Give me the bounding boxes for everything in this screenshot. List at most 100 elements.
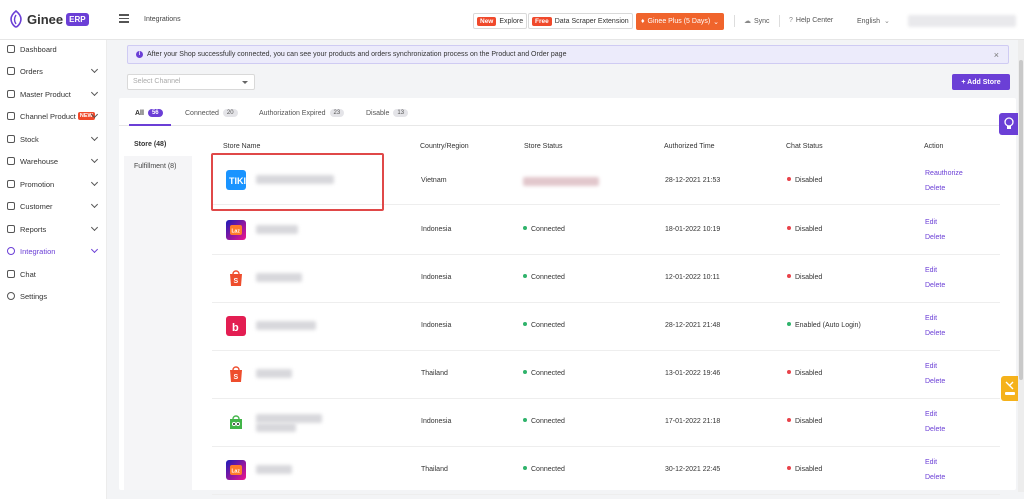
ginee-plus-button[interactable]: ♦ Ginee Plus (5 Days) ⌄ xyxy=(636,13,724,30)
sidebar-item-integration[interactable]: Integration xyxy=(0,243,107,259)
tips-widget[interactable] xyxy=(999,113,1019,135)
tab-count: 20 xyxy=(222,109,238,117)
sidebar-item-customer[interactable]: Customer xyxy=(0,198,107,214)
sidebar-item-orders[interactable]: Orders xyxy=(0,63,107,79)
table-row: b Indonesia Connected 28-12-2021 21:48 E… xyxy=(212,303,1000,351)
edit-link[interactable]: Edit xyxy=(925,411,937,418)
explore-label: Explore xyxy=(499,17,524,25)
tab-all[interactable]: All 56 xyxy=(135,109,163,117)
store-status-cell: Connected xyxy=(523,322,565,329)
sidebar-item-label: Chat xyxy=(20,269,36,279)
edit-link[interactable]: Edit xyxy=(925,363,937,370)
explore-button[interactable]: New Explore xyxy=(473,13,528,29)
subnav-item-store[interactable]: Store (48) xyxy=(124,134,192,156)
users-icon xyxy=(7,202,15,210)
store-name-blurred xyxy=(256,369,292,378)
edit-link[interactable]: Edit xyxy=(925,459,937,466)
page-title: Integrations xyxy=(144,16,181,23)
reauthorize-link[interactable]: Reauthorize xyxy=(925,170,963,177)
status-dot xyxy=(523,274,527,279)
chat-helper-widget[interactable] xyxy=(1001,376,1019,401)
cart-icon xyxy=(7,67,15,75)
chat-status-label: Disabled xyxy=(795,418,823,425)
lazada-logo-mark: Laz xyxy=(230,225,242,235)
status-dot xyxy=(523,418,527,423)
report-icon xyxy=(7,225,15,233)
delete-link[interactable]: Delete xyxy=(925,282,945,289)
tab-authorization-expired[interactable]: Authorization Expired 23 xyxy=(259,109,345,117)
sidebar-item-chat[interactable]: Chat xyxy=(0,266,107,282)
tab-connected[interactable]: Connected 20 xyxy=(185,109,238,117)
menu-toggle-icon[interactable] xyxy=(119,14,129,25)
sidebar-item-channel-product[interactable]: Channel Product NEW xyxy=(0,108,107,124)
highlight-box xyxy=(211,153,384,211)
delete-link[interactable]: Delete xyxy=(925,185,945,192)
sidebar-item-label: Integration xyxy=(20,246,56,256)
ginee-logo[interactable]: Ginee ERP xyxy=(8,10,89,28)
chat-status-label: Disabled xyxy=(795,274,823,281)
language-select[interactable]: English ⌄ xyxy=(857,17,890,26)
tab-disable[interactable]: Disable 13 xyxy=(366,109,409,117)
status-dot xyxy=(787,177,791,182)
authorized-time-cell: 30-12-2021 22:45 xyxy=(665,466,721,473)
sidebar-item-settings[interactable]: Settings xyxy=(0,288,107,304)
edit-link[interactable]: Edit xyxy=(925,315,937,322)
edit-link[interactable]: Edit xyxy=(925,267,937,274)
table-row: Indonesia Connected 17-01-2022 21:18 Dis… xyxy=(212,399,1000,447)
shopee-logo-icon: S xyxy=(226,364,246,384)
scrollbar-thumb[interactable] xyxy=(1019,60,1023,380)
table-row: S Indonesia Connected 12-01-2022 10:11 D… xyxy=(212,255,1000,303)
delete-link[interactable]: Delete xyxy=(925,330,945,337)
sidebar-item-dashboard[interactable]: Dashboard xyxy=(0,41,107,57)
subnav-item-fulfillment[interactable]: Fulfillment (8) xyxy=(124,156,192,178)
help-center-label: Help Center xyxy=(795,17,834,24)
sidebar-item-reports[interactable]: Reports xyxy=(0,221,107,237)
bukalapak-logo-icon: b xyxy=(226,316,246,336)
caret-down-icon xyxy=(242,81,248,84)
edit-link[interactable]: Edit xyxy=(925,219,937,226)
sidebar: Dashboard Orders Master Product Channel … xyxy=(0,40,107,499)
delete-link[interactable]: Delete xyxy=(925,426,945,433)
sidebar-item-master-product[interactable]: Master Product xyxy=(0,86,107,102)
chat-status-cell: Disabled xyxy=(787,418,822,425)
tab-label: Authorization Expired xyxy=(259,109,326,117)
divider xyxy=(779,15,780,27)
chat-status-label: Disabled xyxy=(795,226,823,233)
sidebar-item-warehouse[interactable]: Warehouse xyxy=(0,153,107,169)
store-name-blurred xyxy=(256,423,296,432)
status-tabs: All 56 Connected 20 Authorization Expire… xyxy=(119,98,1016,126)
lazada-logo-icon: Laz xyxy=(226,460,246,480)
status-dot xyxy=(523,226,527,231)
authorized-time-cell: 28-12-2021 21:53 xyxy=(665,177,721,184)
tokopedia-logo-icon xyxy=(226,412,246,432)
delete-link[interactable]: Delete xyxy=(925,378,945,385)
user-account-menu[interactable] xyxy=(908,15,1016,27)
chevron-down-icon xyxy=(90,65,99,74)
status-dot xyxy=(787,274,791,279)
help-center-link[interactable]: ? Help Center xyxy=(789,17,833,24)
status-dot xyxy=(523,370,527,375)
country-cell: Indonesia xyxy=(421,418,452,425)
sync-label: Sync xyxy=(754,17,770,25)
sync-button[interactable]: ☁ Sync xyxy=(744,17,770,26)
delete-link[interactable]: Delete xyxy=(925,234,945,241)
sidebar-item-promotion[interactable]: Promotion xyxy=(0,176,107,192)
lightbulb-icon xyxy=(1004,117,1014,129)
store-status-label: Connected xyxy=(531,370,565,377)
chat-status-label: Disabled xyxy=(795,466,823,473)
add-store-button[interactable]: + Add Store xyxy=(952,74,1010,90)
chat-status-label: Disabled xyxy=(795,177,823,184)
table-row: Laz Indonesia Connected 18-01-2022 10:19… xyxy=(212,207,1000,255)
language-label: English xyxy=(857,17,880,25)
close-icon[interactable]: × xyxy=(994,50,999,60)
select-channel-dropdown[interactable]: Select Channel xyxy=(127,74,255,90)
chat-icon xyxy=(7,270,15,278)
column-header-action: Action xyxy=(924,143,944,150)
column-header-country: Country/Region xyxy=(420,143,469,150)
sidebar-item-stock[interactable]: Stock xyxy=(0,131,107,147)
data-scraper-button[interactable]: Free Data Scraper Extension xyxy=(528,13,633,29)
status-dot xyxy=(787,226,791,231)
tab-count: 13 xyxy=(393,109,409,117)
delete-link[interactable]: Delete xyxy=(925,474,945,481)
column-header-store-status: Store Status xyxy=(524,143,563,150)
